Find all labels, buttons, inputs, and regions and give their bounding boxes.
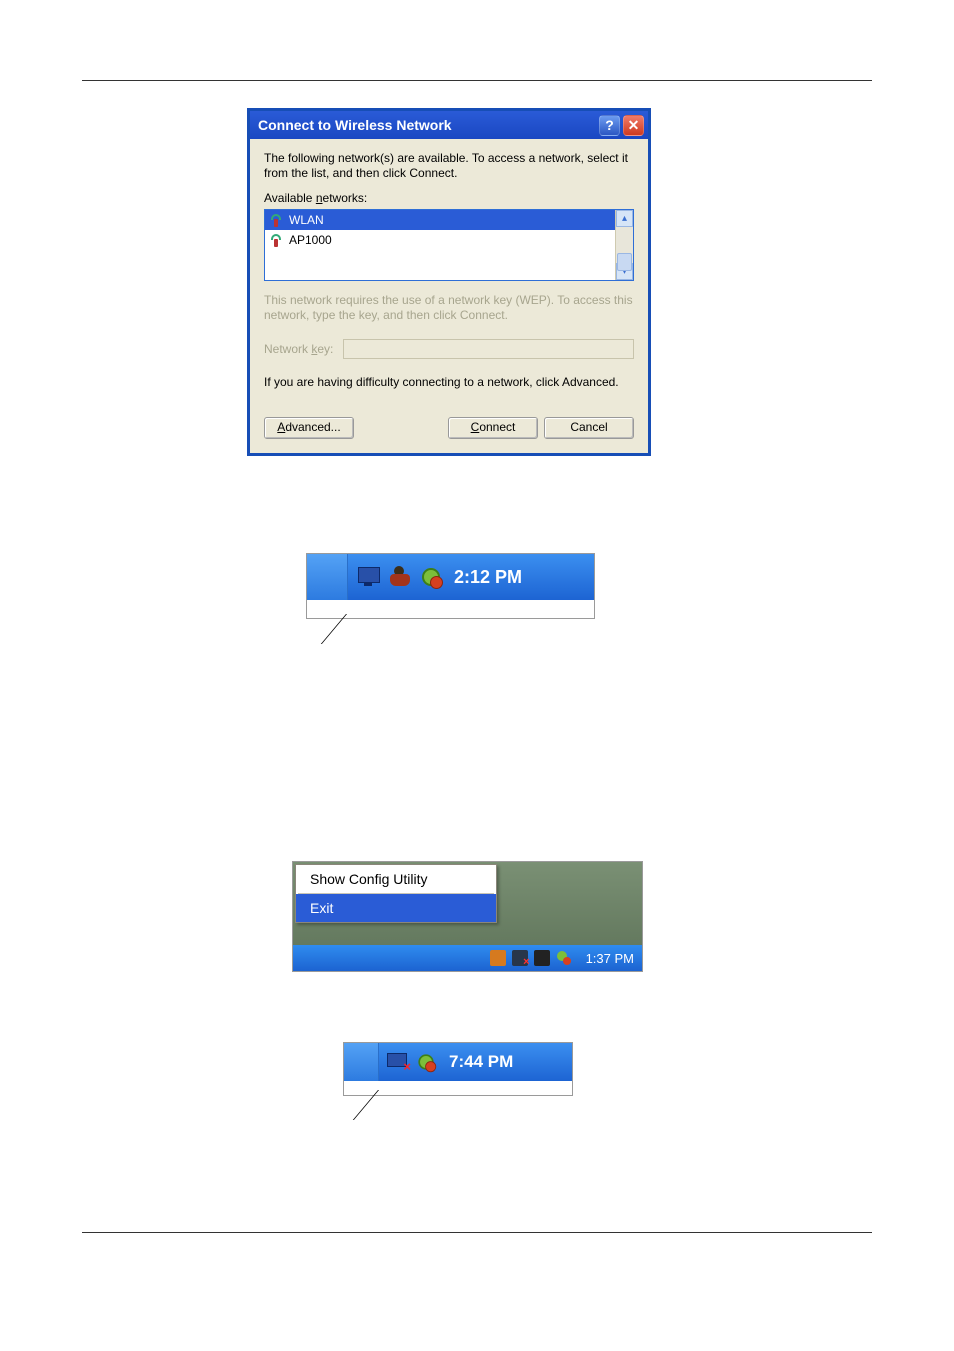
scroll-track[interactable] xyxy=(616,227,633,263)
network-key-label: Network key: xyxy=(264,342,333,356)
clock: 7:44 PM xyxy=(449,1052,513,1072)
tray-separator xyxy=(307,554,348,600)
connect-wireless-dialog: Connect to Wireless Network ? ✕ The foll… xyxy=(247,108,651,456)
titlebar: Connect to Wireless Network ? ✕ xyxy=(250,111,648,139)
device-icon[interactable] xyxy=(534,950,550,966)
menu-exit[interactable]: Exit xyxy=(296,894,496,922)
scroll-thumb[interactable] xyxy=(617,253,632,271)
header-rule xyxy=(82,80,872,81)
wifi-icon xyxy=(269,213,283,227)
cancel-button[interactable]: Cancel xyxy=(544,417,634,439)
wifi-icon xyxy=(269,233,283,247)
dialog-title: Connect to Wireless Network xyxy=(258,117,452,133)
net-off-icon[interactable] xyxy=(512,950,528,966)
antivirus-icon[interactable] xyxy=(417,1053,436,1072)
tray-separator xyxy=(344,1043,379,1081)
antivirus-icon[interactable] xyxy=(420,566,442,588)
close-button[interactable]: ✕ xyxy=(623,115,644,136)
footer-rule xyxy=(82,1232,872,1233)
close-icon: ✕ xyxy=(628,117,640,134)
scroll-up-button[interactable]: ▴ xyxy=(616,210,633,227)
wep-note: This network requires the use of a netwo… xyxy=(264,293,634,323)
network-monitor-icon[interactable] xyxy=(358,567,380,587)
system-tray-connected: 2:12 PM xyxy=(306,553,595,619)
networks-listbox[interactable]: WLAN AP1000 ▴ ▾ xyxy=(264,209,634,281)
clock: 1:37 PM xyxy=(586,951,634,966)
network-name: WLAN xyxy=(289,213,324,227)
available-networks-label: Available networks: xyxy=(264,191,634,205)
network-item-wlan[interactable]: WLAN xyxy=(265,210,615,230)
menu-show-config[interactable]: Show Config Utility xyxy=(296,865,496,893)
network-item-ap1000[interactable]: AP1000 xyxy=(265,230,615,250)
taskbar: 1:37 PM xyxy=(293,945,642,971)
network-name: AP1000 xyxy=(289,233,332,247)
system-tray-disconnected: 7:44 PM xyxy=(343,1042,573,1096)
network-disconnected-icon[interactable] xyxy=(387,1053,409,1071)
help-button[interactable]: ? xyxy=(599,115,620,136)
connect-button[interactable]: Connect xyxy=(448,417,538,439)
antivirus-icon[interactable] xyxy=(556,950,572,966)
help-icon: ? xyxy=(605,117,614,133)
system-tray-context-menu: Show Config Utility Exit 1:37 PM xyxy=(292,861,643,972)
context-menu: Show Config Utility Exit xyxy=(295,864,497,923)
lang-icon[interactable] xyxy=(490,950,506,966)
clock: 2:12 PM xyxy=(454,567,522,588)
network-key-input[interactable] xyxy=(343,339,634,359)
agent-icon[interactable] xyxy=(388,566,412,588)
advanced-note: If you are having difficulty connecting … xyxy=(264,375,634,389)
advanced-button[interactable]: Advanced... xyxy=(264,417,354,439)
instruction-text: The following network(s) are available. … xyxy=(264,151,634,181)
listbox-scrollbar[interactable]: ▴ ▾ xyxy=(615,210,633,280)
